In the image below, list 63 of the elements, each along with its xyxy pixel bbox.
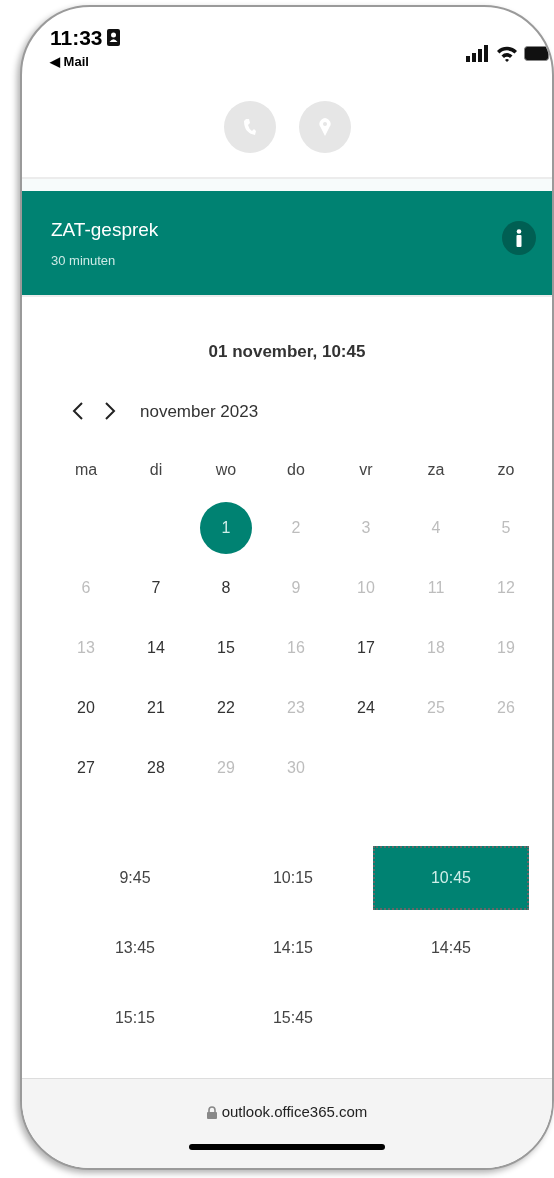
time-slot[interactable]: 9:45 (111, 862, 159, 894)
selected-date-time: 01 november, 10:45 (208, 341, 366, 363)
time-slot[interactable]: 15:45 (264, 1002, 321, 1034)
calendar-day: 5 (501, 516, 511, 540)
calendar-day: 11 (427, 576, 445, 600)
map-pin-icon (318, 118, 331, 136)
calendar-day: 23 (287, 696, 305, 720)
calendar-day: 12 (497, 576, 515, 600)
calendar-day[interactable]: 17 (357, 636, 375, 660)
weekday-label: di (149, 460, 163, 480)
info-button[interactable] (502, 221, 536, 255)
clock: 11:33 (50, 27, 103, 48)
calendar-day: 29 (217, 756, 235, 780)
calendar-day[interactable]: 7 (151, 576, 161, 600)
calendar-day: 26 (497, 696, 515, 720)
weekday-label: do (287, 460, 305, 480)
calendar-day[interactable]: 1 (200, 502, 252, 554)
info-icon (515, 229, 523, 247)
calendar-day[interactable]: 14 (147, 636, 165, 660)
lock-icon (206, 1105, 217, 1119)
next-month-button[interactable] (104, 402, 116, 421)
calendar-day[interactable]: 28 (147, 756, 165, 780)
weekday-label: vr (359, 460, 373, 480)
calendar-day[interactable]: 20 (77, 696, 95, 720)
weekday-label: za (427, 460, 445, 480)
calendar-day[interactable]: 24 (357, 696, 375, 720)
back-link[interactable]: ◀ Mail (50, 52, 120, 72)
calendar-day[interactable]: 8 (221, 576, 231, 600)
time-slot[interactable]: 10:45 (373, 846, 529, 910)
service-title: ZAT-gesprek (51, 218, 159, 242)
calendar-day[interactable]: 21 (147, 696, 165, 720)
calendar-day: 16 (287, 636, 305, 660)
time-slot[interactable]: 15:15 (106, 1002, 163, 1034)
calendar-day: 30 (287, 756, 305, 780)
wifi-icon (496, 45, 518, 62)
battery-icon (524, 46, 550, 61)
calendar-day[interactable]: 15 (217, 636, 235, 660)
calendar-day: 4 (431, 516, 441, 540)
calendar-day: 2 (291, 516, 301, 540)
phone-icon (242, 118, 257, 136)
calendar-day: 19 (497, 636, 515, 660)
calendar-day: 10 (357, 576, 375, 600)
calendar-day[interactable]: 27 (77, 756, 95, 780)
signal-icon (466, 45, 490, 62)
calendar-day: 9 (291, 576, 301, 600)
time-slot[interactable]: 10:15 (264, 862, 321, 894)
calendar-day: 3 (361, 516, 371, 540)
calendar-day: 13 (77, 636, 95, 660)
calendar-day[interactable]: 22 (217, 696, 235, 720)
weekday-label: wo (215, 460, 237, 480)
weekday-label: ma (74, 460, 98, 480)
calendar-day: 25 (427, 696, 445, 720)
time-slot[interactable]: 14:45 (422, 932, 479, 964)
contact-card-icon (106, 29, 120, 46)
time-slot[interactable]: 13:45 (106, 932, 163, 964)
calendar-day: 6 (81, 576, 91, 600)
time-slot[interactable]: 14:15 (264, 932, 321, 964)
previous-month-button[interactable] (72, 402, 84, 421)
service-duration: 30 minuten (51, 251, 117, 270)
month-label: november 2023 (140, 400, 259, 423)
url-text[interactable]: outlook.office365.com (221, 1101, 368, 1124)
weekday-label: zo (497, 460, 515, 480)
calendar-day: 18 (427, 636, 445, 660)
